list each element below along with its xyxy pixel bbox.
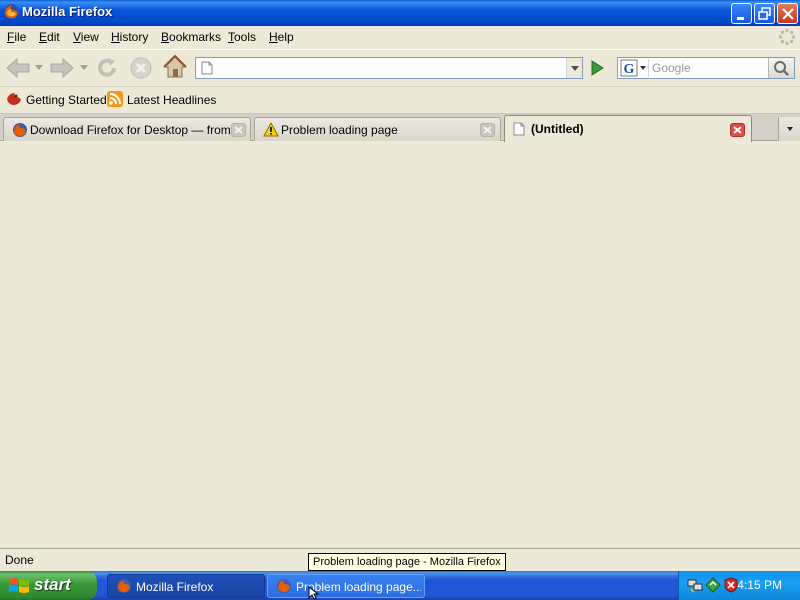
menu-bar: File Edit View History Bookmarks Tools H… bbox=[0, 26, 800, 48]
mouse-cursor-icon bbox=[308, 586, 320, 600]
start-label: start bbox=[34, 575, 71, 594]
firefox-bookmark-icon bbox=[7, 93, 21, 105]
minimize-button[interactable] bbox=[731, 3, 752, 24]
magnifier-icon bbox=[774, 61, 789, 76]
search-bar[interactable]: G bbox=[617, 57, 795, 79]
search-engine-selector[interactable]: G bbox=[619, 59, 649, 77]
update-icon[interactable] bbox=[705, 577, 721, 593]
back-dropdown-icon[interactable] bbox=[35, 65, 43, 71]
url-bar[interactable] bbox=[195, 57, 583, 79]
chevron-down-icon bbox=[571, 66, 579, 71]
back-arrow-icon[interactable] bbox=[4, 55, 34, 81]
url-history-dropdown[interactable] bbox=[566, 58, 582, 78]
network-icon[interactable] bbox=[687, 577, 703, 593]
start-button[interactable]: start bbox=[0, 571, 97, 600]
all-tabs-button[interactable] bbox=[778, 117, 800, 141]
menu-history[interactable]: History bbox=[111, 30, 148, 44]
firefox-icon bbox=[4, 4, 19, 19]
page-icon bbox=[201, 61, 213, 75]
firefox-window: Mozilla Firefox File Edit View History B… bbox=[0, 0, 800, 570]
firefox-icon bbox=[13, 123, 27, 137]
chevron-down-icon bbox=[787, 127, 793, 131]
bookmarks-toolbar: Getting Started Latest Headlines bbox=[0, 86, 800, 112]
search-button[interactable] bbox=[768, 58, 794, 78]
tab-label: (Untitled) bbox=[531, 122, 584, 136]
close-icon bbox=[733, 126, 742, 134]
taskbar-item-problem-loading[interactable]: Problem loading page... bbox=[267, 574, 425, 598]
throbber-icon bbox=[778, 28, 796, 46]
status-text: Done bbox=[5, 553, 34, 567]
page-content[interactable] bbox=[0, 142, 800, 547]
warning-icon bbox=[263, 122, 279, 137]
tab-download-firefox[interactable]: Download Firefox for Desktop — from ... bbox=[3, 117, 251, 141]
forward-dropdown-icon[interactable] bbox=[80, 65, 88, 71]
system-tray: 4:15 PM bbox=[678, 571, 800, 600]
reload-icon[interactable] bbox=[94, 55, 120, 81]
firefox-icon bbox=[277, 579, 291, 593]
tab-close-button[interactable] bbox=[231, 123, 246, 137]
rss-feed-icon bbox=[107, 91, 123, 107]
close-button[interactable] bbox=[777, 3, 798, 24]
svg-text:G: G bbox=[624, 62, 635, 77]
close-icon bbox=[234, 126, 243, 134]
menu-help[interactable]: Help bbox=[269, 30, 294, 44]
go-arrow-icon[interactable] bbox=[587, 58, 607, 78]
menu-edit[interactable]: Edit bbox=[39, 30, 60, 44]
window-title: Mozilla Firefox bbox=[22, 4, 113, 19]
firefox-icon bbox=[117, 579, 131, 593]
menu-tools[interactable]: Tools bbox=[228, 30, 256, 44]
tab-strip: Download Firefox for Desktop — from ... … bbox=[0, 113, 800, 142]
taskbar-item-label: Mozilla Firefox bbox=[136, 580, 214, 594]
bookmark-getting-started[interactable]: Getting Started bbox=[26, 93, 107, 107]
search-input[interactable] bbox=[652, 60, 764, 76]
menu-view[interactable]: View bbox=[73, 30, 99, 44]
google-icon: G bbox=[620, 59, 646, 77]
url-input[interactable] bbox=[218, 60, 558, 76]
taskbar-tooltip: Problem loading page - Mozilla Firefox bbox=[308, 553, 506, 571]
bookmark-latest-headlines[interactable]: Latest Headlines bbox=[127, 93, 216, 107]
windows-logo-icon bbox=[9, 578, 29, 593]
tab-close-button[interactable] bbox=[480, 123, 495, 137]
forward-arrow-icon[interactable] bbox=[46, 55, 76, 81]
menu-bookmarks[interactable]: Bookmarks bbox=[161, 30, 221, 44]
page-icon bbox=[513, 122, 525, 136]
tab-untitled[interactable]: (Untitled) bbox=[504, 115, 752, 142]
close-icon bbox=[483, 126, 492, 134]
tab-close-button[interactable] bbox=[730, 123, 745, 137]
restore-button[interactable] bbox=[754, 3, 775, 24]
tab-problem-loading[interactable]: Problem loading page bbox=[254, 117, 501, 141]
clock: 4:15 PM bbox=[737, 578, 782, 592]
home-icon[interactable] bbox=[162, 54, 188, 80]
title-bar[interactable]: Mozilla Firefox bbox=[0, 0, 800, 26]
taskbar-item-mozilla-firefox[interactable]: Mozilla Firefox bbox=[107, 574, 265, 598]
tab-label: Problem loading page bbox=[281, 123, 398, 137]
taskbar: start Mozilla Firefox Problem loading pa… bbox=[0, 571, 800, 600]
menu-file[interactable]: File bbox=[7, 30, 26, 44]
navigation-toolbar: G bbox=[0, 49, 800, 85]
tab-label: Download Firefox for Desktop — from ... bbox=[30, 123, 230, 137]
stop-icon[interactable] bbox=[128, 55, 154, 81]
